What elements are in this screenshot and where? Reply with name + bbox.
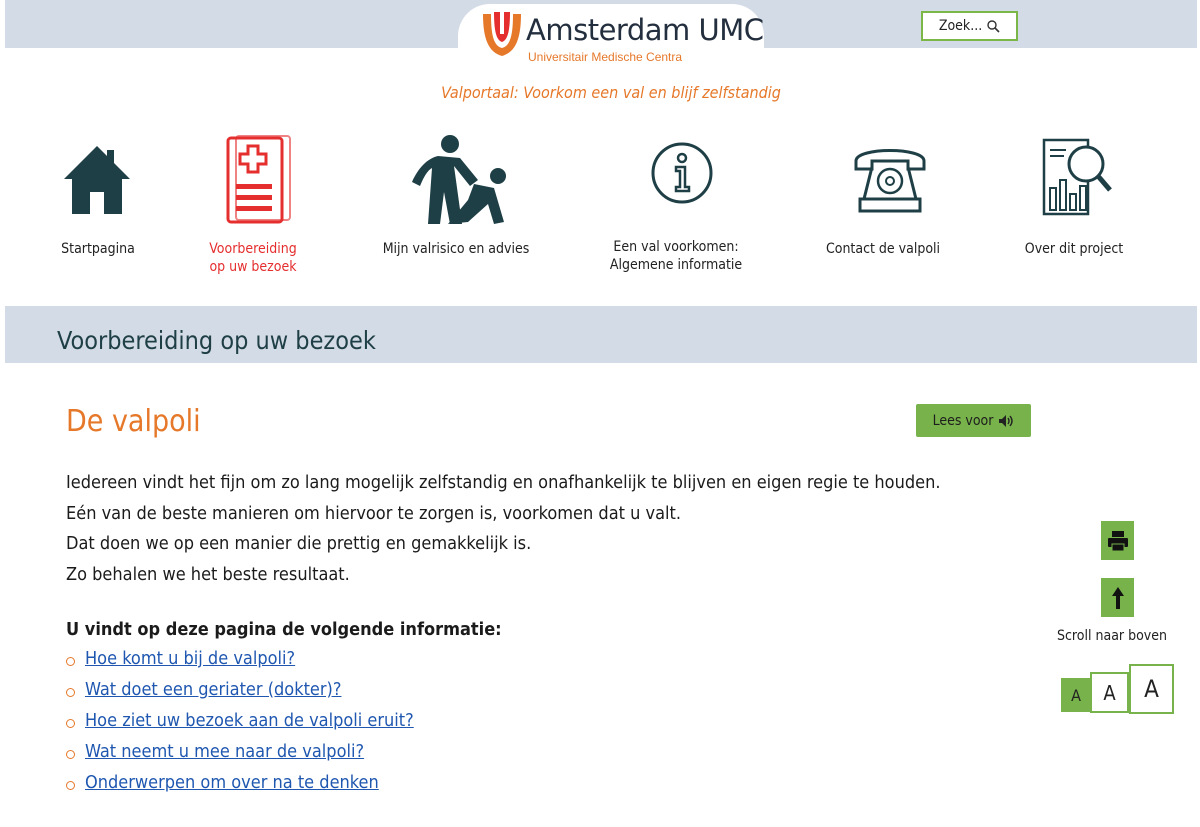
intro-paragraph: Eén van de beste manieren om hiervoor te… xyxy=(66,502,682,524)
print-button[interactable] xyxy=(1101,521,1134,560)
nav-label: Een val voorkomen: xyxy=(613,239,739,255)
logo-mark-icon xyxy=(483,12,521,56)
nav-label: Over dit project xyxy=(1024,241,1124,257)
read-aloud-button[interactable]: Lees voor xyxy=(916,404,1031,437)
logo[interactable]: Amsterdam UMC Universitair Medische Cent… xyxy=(458,4,764,66)
nav-label: Startpagina xyxy=(61,241,135,257)
medical-document-icon[interactable] xyxy=(224,134,292,226)
home-icon[interactable] xyxy=(62,144,132,216)
nav-label: Contact de valpoli xyxy=(825,241,941,257)
toc-list: Hoe komt u bij de valpoli? Wat doet een … xyxy=(66,648,414,803)
bullet-icon xyxy=(66,657,75,666)
search-button[interactable]: Zoek... xyxy=(921,11,1018,41)
speaker-icon xyxy=(999,414,1014,427)
section-title: Voorbereiding op uw bezoek xyxy=(57,326,376,355)
report-search-icon[interactable] xyxy=(1042,136,1112,218)
toc-link[interactable]: Wat doet een geriater (dokter)? xyxy=(85,679,341,700)
toc-link[interactable]: Onderwerpen om over na te denken xyxy=(85,772,379,793)
font-size-small-button[interactable]: A xyxy=(1061,678,1091,712)
nav-item-startpagina[interactable]: Startpagina xyxy=(38,240,158,258)
nav-label: Voorbereiding xyxy=(209,241,297,257)
toc-item: Hoe komt u bij de valpoli? xyxy=(66,648,414,679)
toc-item: Hoe ziet uw bezoek aan de valpoli eruit? xyxy=(66,710,414,741)
logo-subtitle: Universitair Medische Centra xyxy=(528,50,683,64)
toc-item: Wat doet een geriater (dokter)? xyxy=(66,679,414,710)
nav-item-over-dit-project[interactable]: Over dit project xyxy=(1004,240,1144,258)
toc-link[interactable]: Wat neemt u mee naar de valpoli? xyxy=(85,741,364,762)
intro-paragraph: Zo behalen we het beste resultaat. xyxy=(66,563,350,585)
arrow-up-icon xyxy=(1111,586,1124,609)
search-label: Zoek... xyxy=(938,18,983,34)
scroll-to-top-button[interactable] xyxy=(1101,578,1134,617)
bullet-icon xyxy=(66,688,75,697)
tagline: Valportaal: Voorkom een val en blijf zel… xyxy=(441,83,781,102)
intro-text: Iedereen vindt het fijn om zo lang mogel… xyxy=(66,468,941,590)
page-heading: De valpoli xyxy=(66,404,201,439)
bullet-icon xyxy=(66,719,75,728)
toc-item: Wat neemt u mee naar de valpoli? xyxy=(66,741,414,772)
bullet-icon xyxy=(66,750,75,759)
nav-label: Mijn valrisico en advies xyxy=(382,241,530,257)
nav-item-contact[interactable]: Contact de valpoli xyxy=(800,240,966,258)
font-size-medium-button[interactable]: A xyxy=(1090,672,1129,713)
viewport-edge xyxy=(0,792,1200,827)
nav-item-mijn-valrisico[interactable]: Mijn valrisico en advies xyxy=(370,240,542,258)
intro-paragraph: Dat doen we op een manier die prettig en… xyxy=(66,533,532,554)
toc-link[interactable]: Hoe komt u bij de valpoli? xyxy=(85,648,295,669)
info-icon[interactable] xyxy=(650,141,714,205)
printer-icon xyxy=(1107,530,1128,551)
toc-link[interactable]: Hoe ziet uw bezoek aan de valpoli eruit? xyxy=(85,710,414,731)
fall-assistance-icon[interactable] xyxy=(408,134,510,226)
nav-label-line2: Algemene informatie xyxy=(609,257,743,273)
nav-label-line2: op uw bezoek xyxy=(209,259,297,275)
toc-title: U vindt op deze pagina de volgende infor… xyxy=(66,619,502,640)
bullet-icon xyxy=(66,781,75,790)
scroll-label: Scroll naar boven xyxy=(1057,628,1167,644)
nav-item-een-val-voorkomen[interactable]: Een val voorkomen: Algemene informatie xyxy=(586,238,766,274)
logo-title: Amsterdam UMC xyxy=(526,13,764,47)
intro-paragraph: Iedereen vindt het fijn om zo lang mogel… xyxy=(66,472,941,493)
font-size-large-button[interactable]: A xyxy=(1129,664,1174,714)
read-aloud-label: Lees voor xyxy=(932,412,994,429)
telephone-icon[interactable] xyxy=(850,143,930,215)
magnifier-icon xyxy=(987,20,1000,33)
nav-item-voorbereiding[interactable]: Voorbereiding op uw bezoek xyxy=(193,240,313,276)
